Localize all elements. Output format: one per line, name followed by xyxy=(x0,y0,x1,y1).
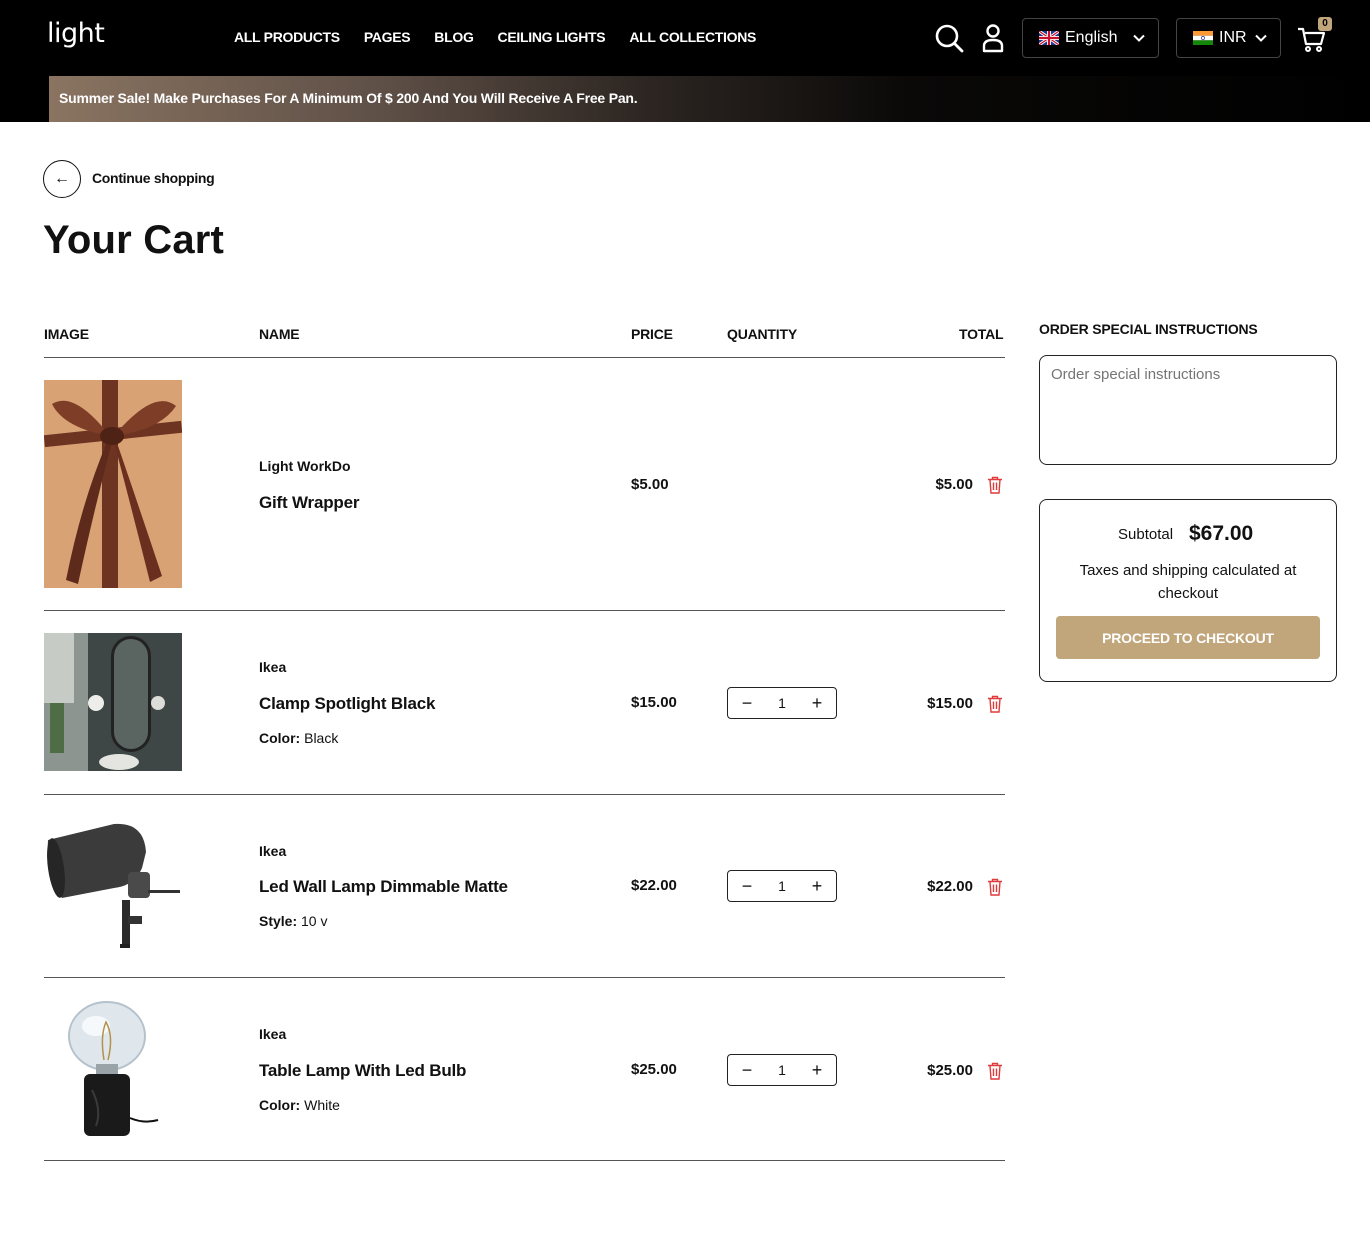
variant-value: 10 v xyxy=(301,913,328,929)
product-price: $5.00 xyxy=(631,476,669,493)
uk-flag-icon xyxy=(1039,31,1059,45)
decrement-button[interactable]: − xyxy=(738,1061,756,1079)
cart-count-badge: 0 xyxy=(1318,17,1332,31)
product-vendor: Ikea xyxy=(259,843,287,859)
promo-text: Summer Sale! Make Purchases For A Minimu… xyxy=(59,90,638,106)
col-header-name: NAME xyxy=(259,326,300,342)
page-title: Your Cart xyxy=(43,218,225,262)
site-header: light ALL PRODUCTS PAGES BLOG CEILING LI… xyxy=(0,0,1370,76)
decrement-button[interactable]: − xyxy=(738,877,756,895)
continue-shopping-link[interactable]: Continue shopping xyxy=(92,170,215,186)
chevron-down-icon xyxy=(1255,34,1267,42)
quantity-input[interactable]: 1 xyxy=(778,878,786,894)
trash-icon[interactable] xyxy=(987,1062,1003,1080)
subtotal-value: $67.00 xyxy=(1189,522,1254,545)
increment-button[interactable]: + xyxy=(808,877,826,895)
trash-icon[interactable] xyxy=(987,476,1003,494)
variant-value: Black xyxy=(304,730,339,746)
product-vendor: Ikea xyxy=(259,659,287,675)
quantity-input[interactable]: 1 xyxy=(778,1062,786,1078)
quantity-stepper: − 1 + xyxy=(727,870,837,902)
promo-banner: Summer Sale! Make Purchases For A Minimu… xyxy=(49,76,1370,122)
nav-all-products[interactable]: ALL PRODUCTS xyxy=(234,29,340,45)
user-icon[interactable] xyxy=(977,22,1009,54)
trash-icon[interactable] xyxy=(987,695,1003,713)
product-variant: Color: Black xyxy=(259,730,338,746)
variant-label: Style: xyxy=(259,913,298,929)
chevron-down-icon xyxy=(1133,34,1145,42)
product-name-link[interactable]: Table Lamp With Led Bulb xyxy=(259,1061,466,1081)
row-divider xyxy=(44,610,1005,611)
table-divider xyxy=(44,357,1005,358)
row-divider xyxy=(44,977,1005,978)
col-header-quantity: QUANTITY xyxy=(727,326,797,342)
product-price: $15.00 xyxy=(631,694,677,711)
arrow-left-icon: ← xyxy=(54,170,70,187)
product-image-gift-wrapper[interactable] xyxy=(44,380,182,588)
subtotal-label: Subtotal xyxy=(1118,526,1174,543)
product-name-link[interactable]: Led Wall Lamp Dimmable Matte xyxy=(259,877,508,897)
nav-blog[interactable]: BLOG xyxy=(434,29,474,45)
main-nav: ALL PRODUCTS PAGES BLOG CEILING LIGHTS A… xyxy=(234,29,756,45)
instructions-textarea[interactable] xyxy=(1039,355,1337,465)
product-total: $15.00 xyxy=(927,695,973,712)
col-header-total: TOTAL xyxy=(959,326,1004,342)
back-arrow-button[interactable]: ← xyxy=(43,160,81,198)
row-divider xyxy=(44,794,1005,795)
nav-pages[interactable]: PAGES xyxy=(364,29,411,45)
proceed-to-checkout-button[interactable]: PROCEED TO CHECKOUT xyxy=(1056,616,1320,659)
decrement-button[interactable]: − xyxy=(738,694,756,712)
currency-select[interactable]: INR xyxy=(1176,18,1281,58)
search-icon[interactable] xyxy=(933,22,965,54)
variant-label: Color: xyxy=(259,730,301,746)
col-header-image: IMAGE xyxy=(44,326,89,342)
nav-all-collections[interactable]: ALL COLLECTIONS xyxy=(629,29,756,45)
product-price: $25.00 xyxy=(631,1061,677,1078)
language-label: English xyxy=(1065,29,1118,46)
product-total: $22.00 xyxy=(927,878,973,895)
increment-button[interactable]: + xyxy=(808,1061,826,1079)
product-name-link[interactable]: Clamp Spotlight Black xyxy=(259,694,435,714)
tax-note: Taxes and shipping calculated at checkou… xyxy=(1079,562,1297,602)
variant-value: White xyxy=(304,1097,340,1113)
increment-button[interactable]: + xyxy=(808,694,826,712)
product-price: $22.00 xyxy=(631,877,677,894)
product-image-led-wall-lamp[interactable] xyxy=(44,816,182,954)
currency-label: INR xyxy=(1219,29,1247,46)
variant-label: Color: xyxy=(259,1097,301,1113)
order-summary: Subtotal $67.00 Taxes and shipping calcu… xyxy=(1039,499,1337,682)
row-divider xyxy=(44,1160,1005,1161)
product-vendor: Ikea xyxy=(259,1026,287,1042)
india-flag-icon xyxy=(1193,31,1213,45)
product-image-clamp-spotlight[interactable] xyxy=(44,633,182,771)
site-logo[interactable]: light xyxy=(47,18,105,49)
instructions-title: ORDER SPECIAL INSTRUCTIONS xyxy=(1039,321,1258,337)
product-name-link[interactable]: Gift Wrapper xyxy=(259,493,359,513)
product-total: $5.00 xyxy=(935,476,973,493)
col-header-price: PRICE xyxy=(631,326,673,342)
nav-ceiling-lights[interactable]: CEILING LIGHTS xyxy=(498,29,606,45)
language-select[interactable]: English xyxy=(1022,18,1159,58)
product-image-table-lamp[interactable] xyxy=(44,1000,182,1138)
quantity-stepper: − 1 + xyxy=(727,1054,837,1086)
quantity-input[interactable]: 1 xyxy=(778,695,786,711)
trash-icon[interactable] xyxy=(987,878,1003,896)
quantity-stepper: − 1 + xyxy=(727,687,837,719)
product-vendor: Light WorkDo xyxy=(259,458,351,474)
product-variant: Style: 10 v xyxy=(259,913,327,929)
promo-bar: Summer Sale! Make Purchases For A Minimu… xyxy=(0,76,1370,122)
product-variant: Color: White xyxy=(259,1097,340,1113)
product-total: $25.00 xyxy=(927,1062,973,1079)
